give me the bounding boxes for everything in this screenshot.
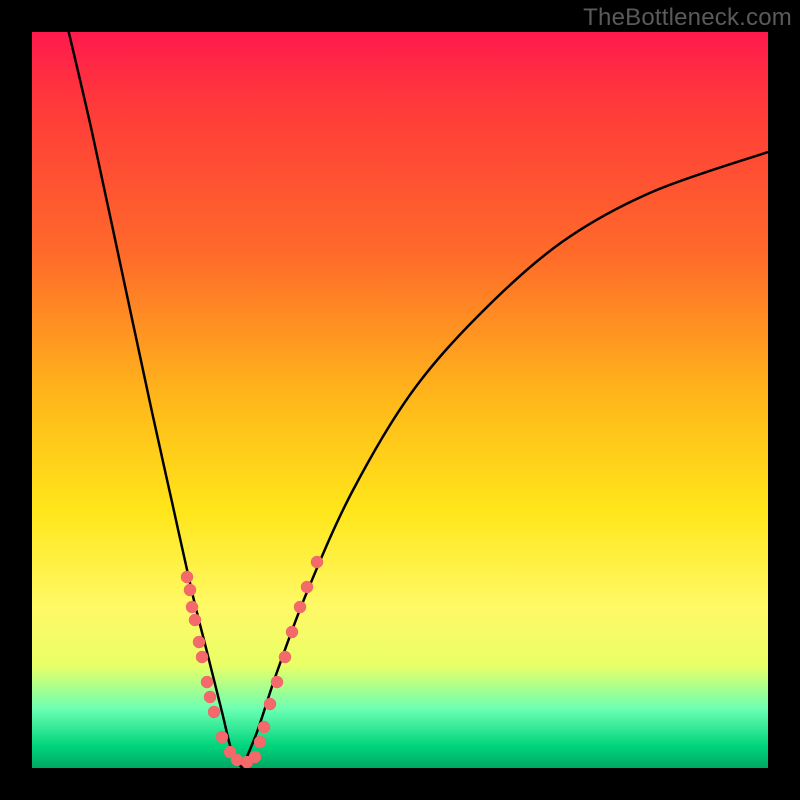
data-point (204, 691, 216, 703)
data-point (249, 751, 261, 763)
left-curve (64, 32, 242, 768)
data-point (286, 626, 298, 638)
right-curve (242, 152, 768, 768)
data-point (201, 676, 213, 688)
data-point (294, 601, 306, 613)
data-point (189, 614, 201, 626)
data-point (193, 636, 205, 648)
curves-svg (32, 32, 768, 768)
data-point (216, 731, 228, 743)
data-point (181, 571, 193, 583)
data-point (258, 721, 270, 733)
data-point (208, 706, 220, 718)
data-point (279, 651, 291, 663)
data-point (311, 556, 323, 568)
plot-area (32, 32, 768, 768)
data-point (271, 676, 283, 688)
data-point (254, 736, 266, 748)
watermark-text: TheBottleneck.com (583, 4, 792, 32)
data-point (186, 601, 198, 613)
data-point (264, 698, 276, 710)
data-point (301, 581, 313, 593)
chart-frame: TheBottleneck.com (0, 0, 800, 800)
data-point (196, 651, 208, 663)
data-points (181, 556, 323, 768)
data-point (184, 584, 196, 596)
